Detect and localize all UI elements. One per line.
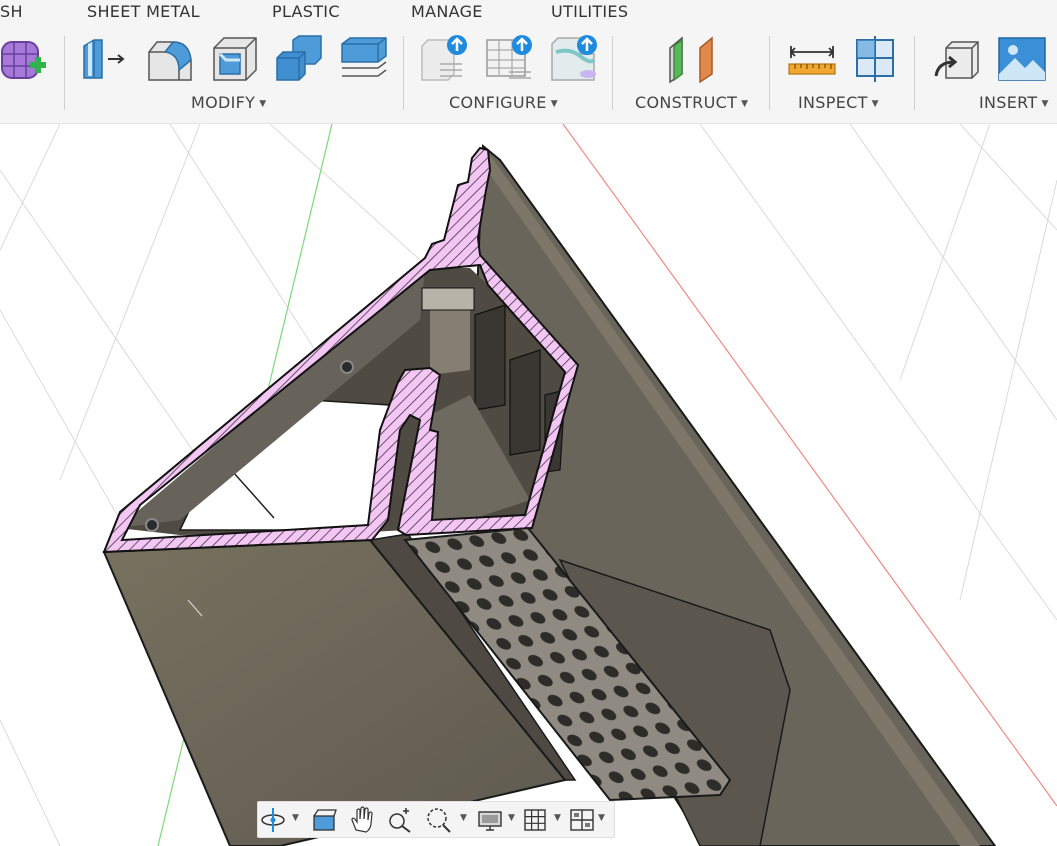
create-form-button[interactable]: [0, 34, 50, 84]
tab-mesh[interactable]: SH: [0, 2, 23, 21]
display-settings-icon: [478, 811, 502, 831]
insert-label: INSERT: [979, 93, 1038, 112]
tab-manage[interactable]: MANAGE: [411, 2, 483, 21]
offset-plane-icon: [669, 36, 713, 84]
shell-icon: [213, 37, 257, 81]
offset-face-icon: [341, 37, 387, 77]
canvas-viewport[interactable]: [0, 124, 1057, 846]
configure-table-icon: [486, 35, 532, 79]
press-pull-icon: [83, 39, 125, 79]
separator: [612, 36, 613, 110]
caret-down-icon: ▼: [259, 98, 267, 109]
caret-down-icon: ▼: [292, 813, 299, 823]
zoom-button[interactable]: [386, 804, 414, 834]
caret-down-icon: ▼: [550, 98, 558, 109]
configure-button-3[interactable]: [550, 34, 600, 84]
combine-button[interactable]: [275, 34, 325, 84]
fillet-button[interactable]: [145, 34, 195, 84]
fit-button[interactable]: [424, 804, 452, 834]
caret-down-icon: ▼: [508, 813, 515, 823]
configure-button-1[interactable]: [420, 34, 470, 84]
section-analysis-button[interactable]: [851, 34, 901, 84]
separator: [64, 36, 65, 110]
configure-button-2[interactable]: [485, 34, 535, 84]
orbit-button[interactable]: [260, 804, 288, 834]
tab-sheet-metal[interactable]: SHEET METAL: [87, 2, 200, 21]
caret-down-icon: ▼: [1041, 98, 1049, 109]
inspect-label: INSPECT: [798, 93, 868, 112]
modify-menu[interactable]: MODIFY ▼: [191, 93, 266, 112]
separator: [403, 36, 404, 110]
press-pull-button[interactable]: [80, 34, 130, 84]
viewports-button[interactable]: [568, 804, 596, 834]
pan-button[interactable]: [348, 804, 376, 834]
tab-plastic[interactable]: PLASTIC: [272, 2, 340, 21]
insert-derive-icon: [934, 41, 979, 79]
display-settings-button[interactable]: [476, 804, 504, 834]
insert-image-button[interactable]: [997, 34, 1047, 84]
create-form-icon: [1, 41, 46, 79]
caret-down-icon: ▼: [741, 98, 749, 109]
section-analysis-icon: [856, 36, 894, 82]
insert-menu[interactable]: INSERT ▼: [979, 93, 1049, 112]
caret-down-icon: ▼: [871, 98, 879, 109]
offset-face-button[interactable]: [340, 34, 390, 84]
insert-derive-button[interactable]: [932, 34, 982, 84]
toolbar: SH SHEET METAL PLASTIC MANAGE UTILITIES: [0, 0, 1057, 124]
orbit-icon: [261, 808, 285, 832]
viewports-icon: [570, 809, 594, 831]
configure-menu[interactable]: CONFIGURE ▼: [449, 93, 558, 112]
pan-icon: [351, 806, 373, 833]
look-at-icon: [313, 809, 337, 831]
grid-settings-button[interactable]: [522, 804, 548, 834]
fit-icon: [427, 808, 451, 833]
construct-label: CONSTRUCT: [635, 93, 738, 112]
configure-upload-icon: [421, 35, 467, 81]
fillet-icon: [148, 41, 192, 81]
configure-theme-icon: [551, 35, 597, 81]
separator: [769, 36, 770, 110]
configure-label: CONFIGURE: [449, 93, 547, 112]
measure-icon: [788, 46, 836, 75]
combine-icon: [276, 35, 322, 81]
inspect-menu[interactable]: INSPECT ▼: [798, 93, 879, 112]
caret-down-icon: ▼: [598, 813, 605, 823]
measure-button[interactable]: [787, 34, 837, 84]
caret-down-icon: ▼: [554, 813, 561, 823]
offset-plane-button[interactable]: [668, 34, 718, 84]
modify-label: MODIFY: [191, 93, 256, 112]
construct-menu[interactable]: CONSTRUCT ▼: [635, 93, 748, 112]
grid-settings-icon: [524, 809, 546, 831]
look-at-button[interactable]: [310, 804, 338, 834]
caret-down-icon: ▼: [460, 813, 467, 823]
navigation-bar: ▼ ▼ ▼ ▼ ▼: [257, 801, 615, 838]
separator: [914, 36, 915, 110]
tab-utilities[interactable]: UTILITIES: [551, 2, 628, 21]
insert-image-icon: [998, 37, 1046, 81]
model-view: [0, 124, 1057, 846]
zoom-icon: [389, 808, 411, 833]
shell-button[interactable]: [210, 34, 260, 84]
